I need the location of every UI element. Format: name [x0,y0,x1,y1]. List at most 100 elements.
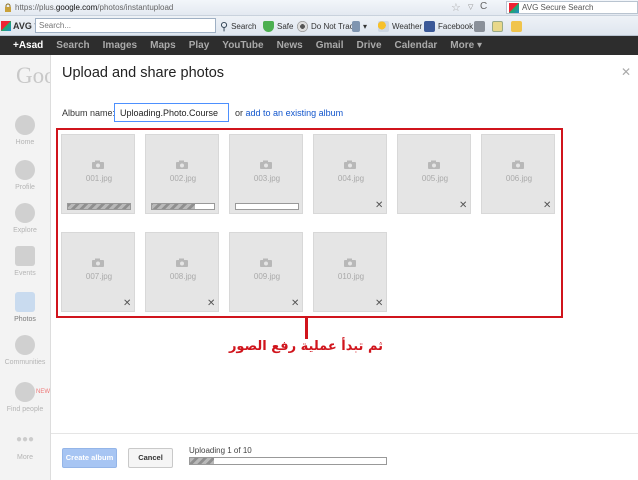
annotation-text: ثم تبدأ عملية رفع الصور [228,339,384,354]
photo-progress-bar [235,203,299,210]
safe-button[interactable]: Safe [263,19,293,33]
annotation-pointer [305,317,308,339]
create-album-button[interactable]: Create album [62,448,117,468]
reload-icon[interactable]: C [480,1,487,12]
notepad-icon [492,20,503,32]
photo-filename: 002.jpg [169,174,197,183]
remove-photo-icon[interactable]: ✕ [459,200,467,211]
google-bar: +Asad Search Images Maps Play YouTube Ne… [0,36,638,55]
avg-menu-button[interactable]: AVG ▾ [1,20,39,31]
history-dropdown-icon[interactable]: ▽ [468,3,473,11]
close-icon[interactable]: ✕ [621,65,631,79]
bookmark-star-icon[interactable]: ☆ [451,1,461,14]
remove-photo-icon[interactable]: ✕ [291,298,299,309]
avg-logo-icon [1,20,11,31]
notepad-button[interactable] [492,19,506,33]
photo-filename: 007.jpg [85,272,113,281]
photo-progress-bar [151,203,215,210]
camera-icon [344,160,356,169]
dialog-title: Upload and share photos [62,65,225,81]
photo-tile[interactable]: 003.jpg [229,134,303,214]
trash-icon [352,20,360,32]
eye-icon [297,20,308,32]
upload-dialog: Upload and share photos ✕ Album name: or… [50,55,638,480]
remove-photo-icon[interactable]: ✕ [207,298,215,309]
lock-icon [2,2,13,13]
gbar-item-play[interactable]: Play [189,40,210,51]
rail-item-home[interactable]: Home [0,115,50,146]
toolbar-search-button[interactable]: ⚲ Search [220,19,256,33]
rail-item-more[interactable]: ●●● More [0,430,50,461]
album-name-field[interactable] [114,103,229,122]
rail-item-photos[interactable]: Photos [0,292,50,323]
photo-filename: 010.jpg [337,272,365,281]
url-text[interactable]: https://plus.google.com/photos/instantup… [15,3,173,12]
toolbar-search-input[interactable] [35,18,216,33]
gbar-item-drive[interactable]: Drive [356,40,381,51]
camera-icon [512,160,524,169]
rail-item-communities[interactable]: Communities [0,335,50,366]
photo-filename: 009.jpg [253,272,281,281]
rail-item-events[interactable]: Events [0,246,50,277]
photo-tile[interactable]: 004.jpg ✕ [313,134,387,214]
photo-tile[interactable]: 010.jpg ✕ [313,232,387,312]
rail-item-find-people[interactable]: Find people NEW [0,382,50,413]
photo-progress-fill [68,204,130,209]
overall-progress-bar [189,457,387,465]
camera-icon [428,160,440,169]
rail-item-explore[interactable]: Explore [0,203,50,234]
photo-tile[interactable]: 001.jpg [61,134,135,214]
address-bar[interactable]: https://plus.google.com/photos/instantup… [0,0,638,16]
weather-button[interactable]: Weather [378,19,422,33]
photo-filename: 008.jpg [169,272,197,281]
camera-icon [15,292,35,312]
do-not-track-button[interactable]: Do Not Track [297,19,358,33]
remove-photo-icon[interactable]: ✕ [375,298,383,309]
folder-icon [511,20,522,32]
photo-tile[interactable]: 005.jpg ✕ [397,134,471,214]
folder-button[interactable] [511,19,525,33]
calculator-icon [474,20,485,32]
communities-icon [15,335,35,355]
gbar-item-calendar[interactable]: Calendar [395,40,438,51]
calculator-button[interactable] [474,19,488,33]
photo-tile[interactable]: 008.jpg ✕ [145,232,219,312]
remove-photo-icon[interactable]: ✕ [375,200,383,211]
gbar-item-youtube[interactable]: YouTube [222,40,263,51]
photo-progress-fill [152,204,196,209]
upload-status: Uploading 1 of 10 [189,446,252,455]
gbar-item-gmail[interactable]: Gmail [316,40,344,51]
camera-icon [344,258,356,267]
facebook-button[interactable]: Facebook [424,19,473,33]
camera-icon [92,258,104,267]
overall-progress-fill [190,458,214,464]
gbar-item-images[interactable]: Images [103,40,137,51]
rail-item-profile[interactable]: Profile [0,160,50,191]
photo-tile[interactable]: 006.jpg ✕ [481,134,555,214]
remove-photo-icon[interactable]: ✕ [123,298,131,309]
avg-logo-icon [509,2,519,13]
search-engine-label: AVG Secure Search [522,3,594,12]
gbar-item-news[interactable]: News [277,40,303,51]
add-existing-album-link[interactable]: add to an existing album [246,108,344,118]
gbar-item-maps[interactable]: Maps [150,40,176,51]
magnifier-icon: ⚲ [220,20,229,33]
new-badge: NEW [36,389,50,395]
camera-icon [92,160,104,169]
photo-filename: 004.jpg [337,174,365,183]
photo-filename: 001.jpg [85,174,113,183]
photo-filename: 005.jpg [421,174,449,183]
photo-tile[interactable]: 009.jpg ✕ [229,232,303,312]
cancel-button[interactable]: Cancel [128,448,173,468]
gbar-user[interactable]: +Asad [13,40,43,51]
remove-photo-icon[interactable]: ✕ [543,200,551,211]
photo-progress-bar [67,203,131,210]
photo-tile[interactable]: 002.jpg [145,134,219,214]
photo-filename: 003.jpg [253,174,281,183]
gbar-item-search[interactable]: Search [56,40,89,51]
trash-button[interactable]: ▾ [352,19,367,33]
gbar-item-more[interactable]: More ▾ [450,40,482,51]
photo-tile[interactable]: 007.jpg ✕ [61,232,135,312]
browser-search-box[interactable]: AVG Secure Search [506,1,638,14]
profile-icon [15,160,35,180]
